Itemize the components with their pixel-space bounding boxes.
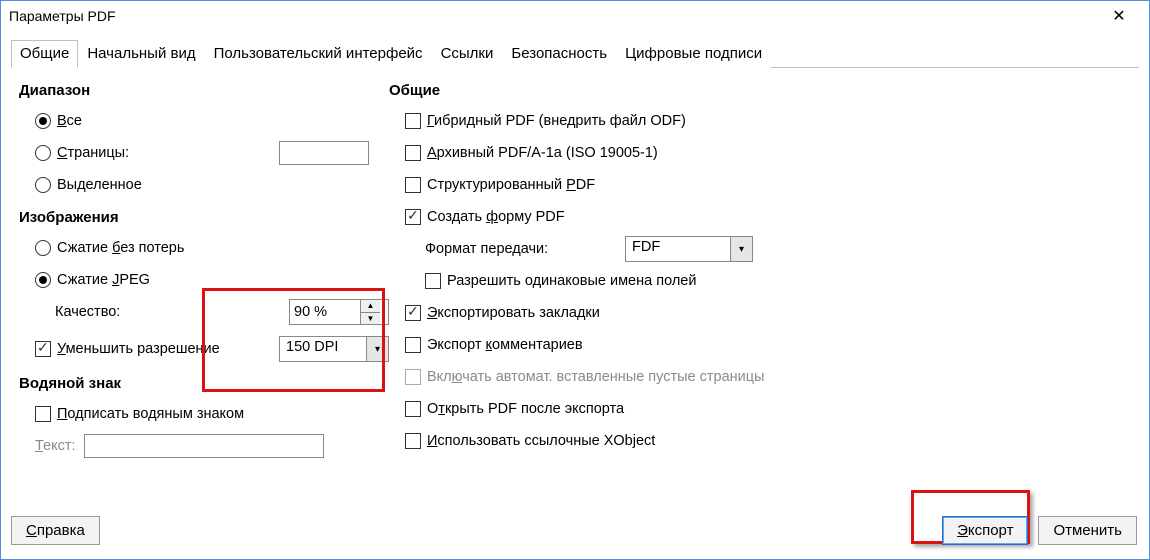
radio-lossless[interactable] — [35, 240, 51, 256]
tab-initial-view[interactable]: Начальный вид — [78, 40, 204, 68]
close-icon[interactable]: ✕ — [1097, 1, 1141, 31]
bookmarks-label: Экспортировать закладки — [427, 305, 600, 321]
archive-row[interactable]: Архивный PDF/A-1a (ISO 19005-1) — [389, 138, 1131, 168]
view-after-label: Открыть PDF после экспорта — [427, 401, 624, 417]
tab-security[interactable]: Безопасность — [502, 40, 616, 68]
submit-format-combo[interactable]: FDF ▾ — [625, 236, 753, 262]
window-title: Параметры PDF — [9, 8, 1097, 24]
tabbar: Общие Начальный вид Пользовательский инт… — [11, 39, 1139, 68]
checkbox-ref-xobject[interactable] — [405, 433, 421, 449]
tab-signatures[interactable]: Цифровые подписи — [616, 40, 771, 68]
content-area: Диапазон Все Страницы: Выделенное Изобра… — [1, 68, 1149, 462]
submit-format-value: FDF — [626, 237, 730, 261]
button-bar: Справка Экспорт Отменить — [11, 516, 1137, 545]
archive-label: Архивный PDF/A-1a (ISO 19005-1) — [427, 145, 658, 161]
titlebar: Параметры PDF ✕ — [1, 1, 1149, 31]
lossless-label: Сжатие без потерь — [57, 240, 184, 256]
radio-jpeg[interactable] — [35, 272, 51, 288]
range-all-row[interactable]: Все — [19, 106, 389, 136]
ref-xobject-label: Использовать ссылочные XObject — [427, 433, 655, 449]
quality-label: Качество: — [55, 304, 289, 320]
pages-input[interactable] — [279, 141, 369, 165]
range-selection-row[interactable]: Выделенное — [19, 170, 389, 200]
chevron-down-icon[interactable]: ▾ — [366, 337, 388, 361]
export-button[interactable]: Экспорт — [942, 516, 1028, 545]
checkbox-comments[interactable] — [405, 337, 421, 353]
sign-watermark-row[interactable]: Подписать водяным знаком — [19, 399, 389, 429]
pdf-options-dialog: Параметры PDF ✕ Общие Начальный вид Поль… — [0, 0, 1150, 560]
tagged-row[interactable]: Структурированный PDF — [389, 170, 1131, 200]
help-button[interactable]: Справка — [11, 516, 100, 545]
auto-blank-row: Включать автомат. вставленные пустые стр… — [389, 362, 1131, 392]
jpeg-row[interactable]: Сжатие JPEG — [19, 265, 389, 295]
bookmarks-row[interactable]: Экспортировать закладки — [389, 298, 1131, 328]
dup-names-label: Разрешить одинаковые имена полей — [447, 273, 696, 289]
tab-user-interface[interactable]: Пользовательский интерфейс — [205, 40, 432, 68]
radio-pages[interactable] — [35, 145, 51, 161]
general-group-title: Общие — [389, 82, 1131, 99]
quality-spinner[interactable]: ▲ ▼ — [289, 299, 389, 325]
range-selection-label: Выделенное — [57, 177, 142, 193]
checkbox-auto-blank — [405, 369, 421, 385]
dup-names-row[interactable]: Разрешить одинаковые имена полей — [389, 266, 1131, 296]
checkbox-sign-watermark[interactable] — [35, 406, 51, 422]
create-form-label: Создать форму PDF — [427, 209, 565, 225]
radio-selection[interactable] — [35, 177, 51, 193]
watermark-group-title: Водяной знак — [19, 375, 389, 392]
checkbox-view-after[interactable] — [405, 401, 421, 417]
auto-blank-label: Включать автомат. вставленные пустые стр… — [427, 369, 764, 385]
radio-all[interactable] — [35, 113, 51, 129]
hybrid-label: Гибридный PDF (внедрить файл ODF) — [427, 113, 686, 129]
quality-input[interactable] — [290, 300, 360, 324]
range-pages-label: Страницы: — [57, 145, 129, 161]
checkbox-hybrid[interactable] — [405, 113, 421, 129]
checkbox-bookmarks[interactable] — [405, 305, 421, 321]
dpi-combo[interactable]: 150 DPI ▾ — [279, 336, 389, 362]
comments-row[interactable]: Экспорт комментариев — [389, 330, 1131, 360]
tagged-label: Структурированный PDF — [427, 177, 595, 193]
cancel-button[interactable]: Отменить — [1038, 516, 1137, 545]
reduce-res-row[interactable]: Уменьшить разрешение 150 DPI ▾ — [19, 334, 389, 364]
create-form-row[interactable]: Создать форму PDF — [389, 202, 1131, 232]
jpeg-label: Сжатие JPEG — [57, 272, 150, 288]
range-group-title: Диапазон — [19, 82, 389, 99]
tab-links[interactable]: Ссылки — [432, 40, 503, 68]
spinner-up-icon[interactable]: ▲ — [361, 300, 380, 313]
hybrid-row[interactable]: Гибридный PDF (внедрить файл ODF) — [389, 106, 1131, 136]
comments-label: Экспорт комментариев — [427, 337, 583, 353]
ref-xobject-row[interactable]: Использовать ссылочные XObject — [389, 426, 1131, 456]
tab-general[interactable]: Общие — [11, 40, 78, 68]
watermark-text-input[interactable] — [84, 434, 324, 458]
left-column: Диапазон Все Страницы: Выделенное Изобра… — [19, 78, 389, 462]
sign-watermark-label: Подписать водяным знаком — [57, 406, 244, 422]
lossless-row[interactable]: Сжатие без потерь — [19, 233, 389, 263]
range-pages-row[interactable]: Страницы: — [19, 138, 389, 168]
submit-format-row: Формат передачи: FDF ▾ — [389, 234, 1131, 264]
reduce-res-label: Уменьшить разрешение — [57, 341, 279, 357]
right-column: Общие Гибридный PDF (внедрить файл ODF) … — [389, 78, 1131, 462]
spinner-down-icon[interactable]: ▼ — [361, 313, 380, 325]
submit-format-label: Формат передачи: — [425, 241, 625, 257]
checkbox-archive[interactable] — [405, 145, 421, 161]
chevron-down-icon[interactable]: ▾ — [730, 237, 752, 261]
checkbox-reduce-res[interactable] — [35, 341, 51, 357]
dpi-value: 150 DPI — [280, 337, 366, 361]
watermark-text-label: Текст: — [35, 438, 76, 454]
checkbox-create-form[interactable] — [405, 209, 421, 225]
images-group-title: Изображения — [19, 209, 389, 226]
watermark-text-row: Текст: — [19, 431, 389, 461]
checkbox-dup-names[interactable] — [425, 273, 441, 289]
checkbox-tagged[interactable] — [405, 177, 421, 193]
range-all-label: Все — [57, 113, 82, 129]
view-after-row[interactable]: Открыть PDF после экспорта — [389, 394, 1131, 424]
quality-row: Качество: ▲ ▼ — [19, 297, 389, 327]
